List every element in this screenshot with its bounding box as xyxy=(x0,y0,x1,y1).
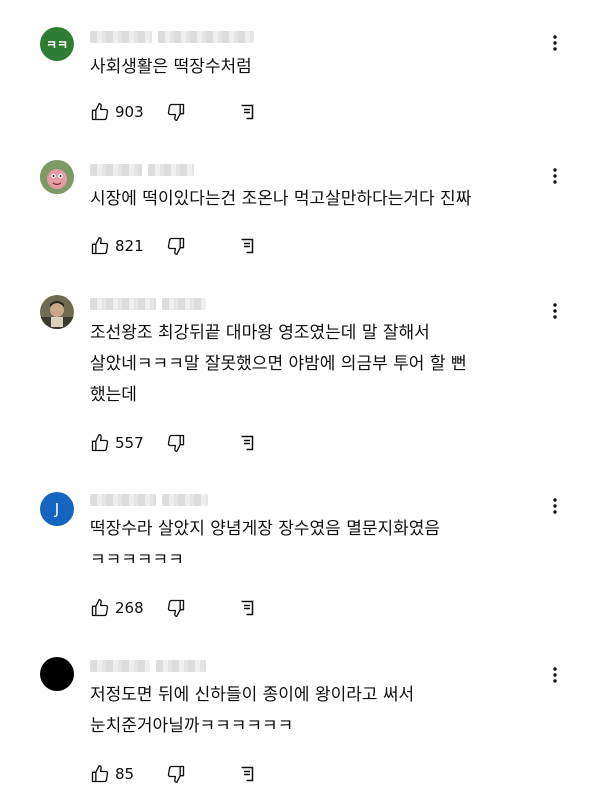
dislike-button[interactable] xyxy=(166,598,186,618)
comment-text: 사회생활은 떡장수처럼 xyxy=(90,57,252,77)
reply-icon xyxy=(241,435,254,451)
reply-button[interactable] xyxy=(240,236,254,256)
comment-actions: 557 xyxy=(90,433,254,453)
comment-text: 시장에 떡이있다는건 조온나 먹고살만하다는거다 진짜 xyxy=(90,189,472,209)
avatar[interactable]: J xyxy=(40,492,74,526)
thumbs-up-icon xyxy=(91,765,109,783)
author-name-redacted[interactable] xyxy=(90,31,254,45)
comment-actions: 903 xyxy=(90,102,254,122)
avatar[interactable] xyxy=(40,657,74,691)
comment-text: 떡장수라 살았지 양념게장 장수였음 멸문지화였음 ㅋㅋㅋㅋㅋㅋ xyxy=(90,519,441,570)
reply-button[interactable] xyxy=(240,598,254,618)
avatar-image xyxy=(40,160,74,194)
comment-actions: 268 xyxy=(90,598,254,618)
like-count: 903 xyxy=(115,103,144,121)
author-name-redacted[interactable] xyxy=(90,494,208,508)
thumbs-up-icon xyxy=(91,237,109,255)
thumbs-down-icon xyxy=(167,103,185,122)
like-count: 821 xyxy=(115,237,144,255)
author-name-redacted[interactable] xyxy=(90,164,194,178)
dislike-button[interactable] xyxy=(166,236,186,256)
thumbs-down-icon xyxy=(167,237,185,255)
comment-actions: 821 xyxy=(90,236,254,256)
avatar-initials: J xyxy=(54,500,60,518)
avatar-image xyxy=(40,295,74,329)
reply-icon xyxy=(241,238,254,254)
like-button[interactable]: 85 xyxy=(90,764,134,784)
like-count: 268 xyxy=(115,599,144,617)
dislike-button[interactable] xyxy=(166,102,186,122)
like-button[interactable]: 268 xyxy=(90,598,144,618)
thumbs-down-icon xyxy=(167,765,185,783)
avatar[interactable] xyxy=(40,295,74,329)
author-name-redacted[interactable] xyxy=(90,298,206,312)
thumbs-down-icon xyxy=(167,434,185,452)
like-button[interactable]: 557 xyxy=(90,433,144,453)
more-vert-icon xyxy=(553,168,557,184)
reply-button[interactable] xyxy=(240,764,254,784)
avatar[interactable]: ㅋㅋ xyxy=(40,27,74,61)
more-vert-icon xyxy=(553,667,557,683)
comment-text: 저정도면 뒤에 신하들이 종이에 왕이라고 써서 눈치준거아닐까ㅋㅋㅋㅋㅋㅋ xyxy=(90,685,415,736)
more-vert-icon xyxy=(553,303,557,319)
thumbs-up-icon xyxy=(91,434,109,452)
like-count: 85 xyxy=(115,765,135,783)
reply-button[interactable] xyxy=(240,102,254,122)
dislike-button[interactable] xyxy=(166,764,186,784)
like-button[interactable]: 903 xyxy=(90,102,144,122)
avatar-initials: ㅋㅋ xyxy=(45,37,69,52)
avatar[interactable] xyxy=(40,160,74,194)
reply-icon xyxy=(241,104,254,120)
author-name-redacted[interactable] xyxy=(90,660,206,674)
comment-text: 조선왕조 최강뒤끝 대마왕 영조였는데 말 잘해서 살았네ㅋㅋㅋ말 잘못했으면 … xyxy=(90,323,467,405)
dislike-button[interactable] xyxy=(166,433,186,453)
more-vert-icon xyxy=(553,35,557,51)
thumbs-up-icon xyxy=(91,103,109,121)
reply-icon xyxy=(241,766,254,782)
thumbs-up-icon xyxy=(91,599,109,617)
reply-icon xyxy=(241,600,254,616)
like-button[interactable]: 821 xyxy=(90,236,144,256)
reply-button[interactable] xyxy=(240,433,254,453)
more-vert-icon xyxy=(553,498,557,514)
thumbs-down-icon xyxy=(167,599,185,617)
like-count: 557 xyxy=(115,434,144,452)
comment-actions: 85 xyxy=(90,764,254,784)
